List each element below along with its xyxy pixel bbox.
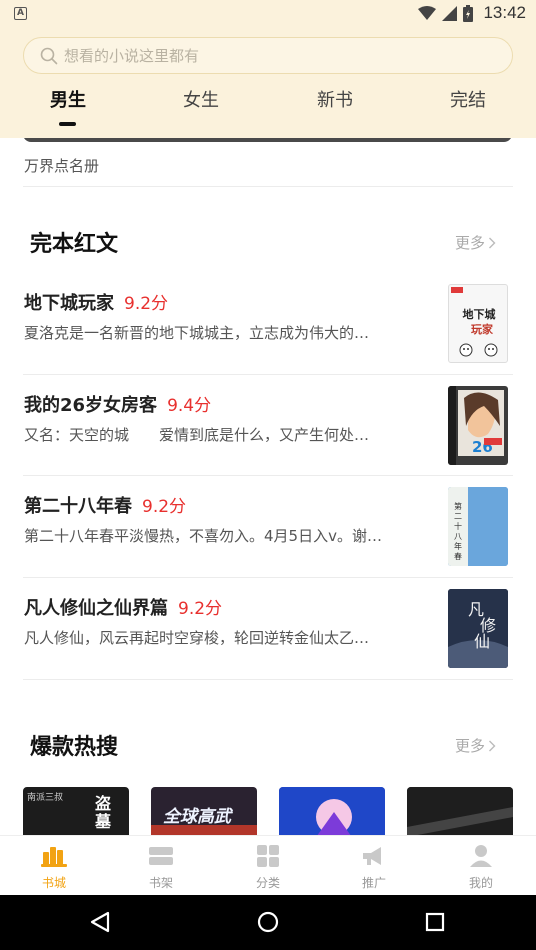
bottom-tab-store[interactable]: 书城 (24, 844, 84, 891)
bottom-tab-bar: 书城 书架 分类 推广 我的 (0, 835, 536, 895)
status-icons: 13:42 (418, 3, 526, 23)
divider (23, 186, 513, 187)
app-header: A 13:42 想看的小说这里都有 男生 女生 新书 完结 (0, 0, 536, 138)
book-description: 又名：天空的城 爱情到底是什么，又产生何处… (24, 426, 370, 444)
chevron-right-icon (489, 740, 496, 751)
cover-text: 春 (454, 551, 462, 561)
search-placeholder: 想看的小说这里都有 (64, 47, 200, 65)
bottom-tab-label: 书城 (41, 876, 66, 890)
more-label: 更多 (454, 234, 485, 252)
cover-text: 仙 (474, 632, 490, 651)
book-description: 凡人修仙，风云再起时空穿梭，轮回逆转金仙太乙… (24, 629, 370, 647)
cover-text: 八 (454, 532, 462, 541)
more-link-hot[interactable]: 更多 (455, 735, 496, 756)
book-description: 夏洛克是一名新晋的地下城城主，立志成为伟大的… (24, 324, 370, 342)
book-title-text: 凡人修仙之仙界篇 (24, 598, 168, 619)
more-link-completed[interactable]: 更多 (455, 232, 496, 253)
signal-icon (442, 5, 458, 21)
chevron-right-icon (489, 237, 496, 248)
hot-book-cover[interactable]: 全球高武 (151, 787, 257, 835)
cover-author: 南派三叔 (27, 793, 64, 803)
bottom-tab-profile[interactable]: 我的 (451, 844, 511, 891)
book-cover[interactable]: 凡 修 仙 (448, 589, 508, 668)
book-item[interactable]: 地下城玩家 9.2分 夏洛克是一名新晋的地下城城主，立志成为伟大的… 地下城 玩家 (0, 273, 536, 374)
banner-image[interactable] (23, 138, 512, 142)
recents-icon[interactable] (425, 912, 445, 932)
hot-book-cover[interactable] (407, 787, 513, 835)
bottom-tab-category[interactable]: 分类 (238, 844, 298, 891)
notification-icon: A (14, 6, 27, 20)
book-description: 第二十八年春平淡慢热，不喜勿入。4月5日入v。谢… (24, 527, 382, 545)
status-bar: A 13:42 (0, 0, 536, 26)
section-title-hot: 爆款热搜 (30, 734, 119, 760)
bottom-tab-label: 书架 (148, 876, 173, 890)
tab-indicator (59, 122, 76, 126)
search-input[interactable]: 想看的小说这里都有 (23, 37, 513, 74)
book-title: 第二十八年春 9.2分 (24, 492, 186, 518)
book-score: 9.2分 (178, 599, 223, 619)
cover-text: 二 (454, 512, 462, 521)
tab-completed[interactable]: 完结 (428, 86, 508, 112)
bottom-tab-label: 我的 (468, 876, 493, 890)
book-score: 9.2分 (124, 294, 169, 314)
hot-book-cover[interactable]: 南派三叔 盗墓 (23, 787, 129, 835)
hot-book-cover[interactable] (279, 787, 385, 835)
book-title-text: 第二十八年春 (24, 496, 132, 517)
home-icon[interactable] (257, 911, 279, 933)
cover-text: 十 (454, 521, 462, 531)
cover-text: 玩家 (471, 322, 494, 336)
book-item[interactable]: 我的26岁女房客 9.4分 又名：天空的城 爱情到底是什么，又产生何处… 26 (0, 375, 536, 476)
book-item[interactable]: 凡人修仙之仙界篇 9.2分 凡人修仙，风云再起时空穿梭，轮回逆转金仙太乙… 凡 修… (0, 578, 536, 679)
more-label: 更多 (454, 737, 485, 755)
book-score: 9.2分 (142, 497, 187, 517)
store-icon (41, 847, 67, 867)
status-time: 13:42 (483, 3, 526, 22)
book-score: 9.4分 (167, 396, 212, 416)
book-title: 凡人修仙之仙界篇 9.2分 (24, 594, 222, 620)
back-icon[interactable] (90, 911, 110, 933)
book-item[interactable]: 第二十八年春 9.2分 第二十八年春平淡慢热，不喜勿入。4月5日入v。谢… 第 二… (0, 476, 536, 577)
tab-female[interactable]: 女生 (161, 86, 241, 112)
book-cover[interactable]: 第 二 十 八 年 春 (448, 487, 508, 566)
cover-text: 年 (454, 541, 462, 551)
megaphone-icon (363, 847, 381, 865)
main-content[interactable]: 万界点名册 完本红文 更多 地下城玩家 9.2分 夏洛克是一名新晋的地下城城主，立… (0, 138, 536, 835)
profile-icon (470, 845, 492, 867)
tab-new-books[interactable]: 新书 (295, 86, 375, 112)
cover-text: 盗墓 (95, 794, 112, 831)
wifi-icon (418, 6, 437, 20)
cover-text: 第 (454, 501, 462, 511)
divider (23, 679, 513, 680)
bookshelf-icon (149, 847, 173, 865)
section-title-completed: 完本红文 (30, 231, 119, 257)
book-cover[interactable]: 地下城 玩家 (448, 284, 508, 363)
top-tabs: 男生 女生 新书 完结 (0, 86, 536, 130)
cover-text: 全球高武 (163, 807, 231, 827)
battery-icon (463, 4, 474, 22)
book-cover[interactable]: 26 (448, 386, 508, 465)
bottom-tab-label: 分类 (255, 876, 280, 890)
book-title: 我的26岁女房客 9.4分 (24, 391, 211, 417)
banner-caption[interactable]: 万界点名册 (24, 155, 99, 176)
category-icon (257, 845, 279, 867)
bottom-tab-bookshelf[interactable]: 书架 (131, 844, 191, 891)
bottom-tab-promote[interactable]: 推广 (344, 844, 404, 891)
bottom-tab-label: 推广 (361, 876, 386, 890)
book-title-text: 地下城玩家 (24, 293, 114, 314)
cover-text: 地下城 (463, 307, 496, 321)
tab-male[interactable]: 男生 (28, 86, 108, 112)
search-icon (40, 47, 58, 64)
system-nav-bar (0, 895, 536, 950)
book-title-text: 我的26岁女房客 (24, 395, 158, 416)
book-title: 地下城玩家 9.2分 (24, 289, 168, 315)
